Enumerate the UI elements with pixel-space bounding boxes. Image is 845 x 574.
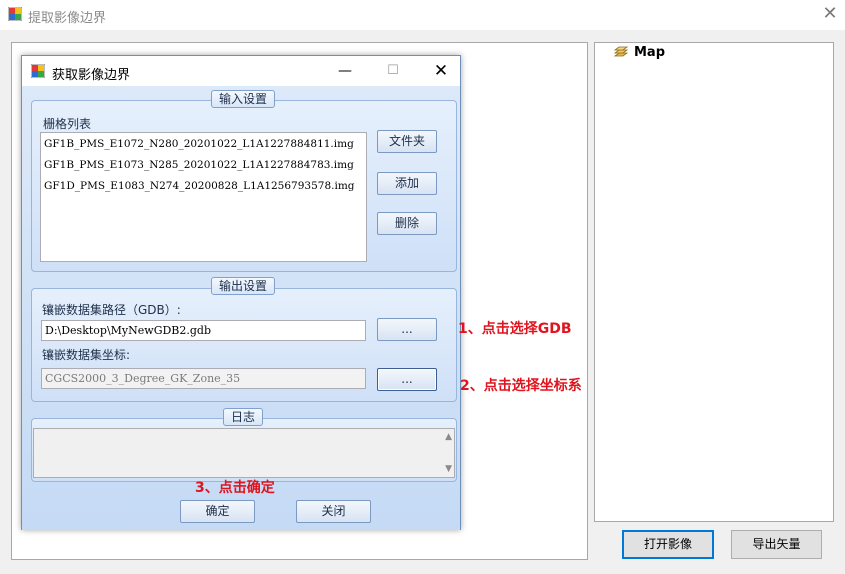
main-close-button[interactable]: ✕: [820, 4, 840, 24]
log-label: 日志: [223, 408, 264, 426]
delete-button[interactable]: 删除: [377, 212, 437, 235]
export-vector-button[interactable]: 导出矢量: [731, 530, 822, 559]
coord-system-input[interactable]: CGCS2000_3_Degree_GK_Zone_35: [41, 368, 366, 389]
scroll-down-icon[interactable]: ▼: [445, 464, 452, 474]
step1-annotation: 1、点击选择GDB: [458, 321, 572, 337]
log-textarea[interactable]: ▲ ▼: [33, 428, 455, 478]
app-window-icon: [8, 7, 22, 21]
layers-icon: [613, 46, 629, 57]
main-window-title: 提取影像边界: [28, 11, 107, 26]
dialog-body: 输入设置 栅格列表 GF1B_PMS_E1072_N280_20201022_L…: [22, 86, 460, 530]
close-button[interactable]: 关闭: [296, 500, 371, 523]
ok-button[interactable]: 确定: [180, 500, 255, 523]
gdb-path-label: 镶嵌数据集路径（GDB）:: [42, 303, 181, 317]
step2-annotation: 2、点击选择坐标系: [460, 378, 582, 394]
dialog-title: 获取影像边界: [52, 68, 131, 83]
minimize-button[interactable]: —: [330, 59, 360, 83]
coord-browse-button[interactable]: ...: [377, 368, 437, 391]
list-item[interactable]: GF1B_PMS_E1072_N280_20201022_L1A12278848…: [44, 138, 354, 150]
gdb-browse-button[interactable]: ...: [377, 318, 437, 341]
maximize-button[interactable]: ☐: [378, 59, 408, 83]
input-settings-label: 输入设置: [211, 90, 276, 108]
folder-button[interactable]: 文件夹: [377, 130, 437, 153]
map-layer-label[interactable]: Map: [634, 45, 665, 60]
open-image-button[interactable]: 打开影像: [622, 530, 714, 559]
extract-boundary-dialog: 获取影像边界 — ☐ ✕ 输入设置 栅格列表 GF1B_PMS_E1072_N2…: [21, 55, 461, 530]
coord-system-label: 镶嵌数据集坐标:: [42, 348, 131, 362]
raster-list-label: 栅格列表: [43, 117, 92, 131]
list-item[interactable]: GF1B_PMS_E1073_N285_20201022_L1A12278847…: [44, 159, 354, 171]
dialog-title-bar[interactable]: 获取影像边界 — ☐ ✕: [22, 56, 460, 86]
add-button[interactable]: 添加: [377, 172, 437, 195]
raster-file-list[interactable]: GF1B_PMS_E1072_N280_20201022_L1A12278848…: [40, 132, 367, 262]
gdb-path-input[interactable]: D:\Desktop\MyNewGDB2.gdb: [41, 320, 366, 341]
main-title-bar: 提取影像边界: [0, 0, 845, 30]
layer-toc-panel[interactable]: [594, 42, 834, 522]
scroll-up-icon[interactable]: ▲: [445, 432, 452, 442]
app-window-icon: [31, 64, 45, 78]
output-settings-label: 输出设置: [211, 277, 276, 295]
list-item[interactable]: GF1D_PMS_E1083_N274_20200828_L1A12567935…: [44, 180, 355, 192]
dialog-close-button[interactable]: ✕: [426, 59, 456, 83]
step3-annotation: 3、点击确定: [195, 480, 275, 496]
